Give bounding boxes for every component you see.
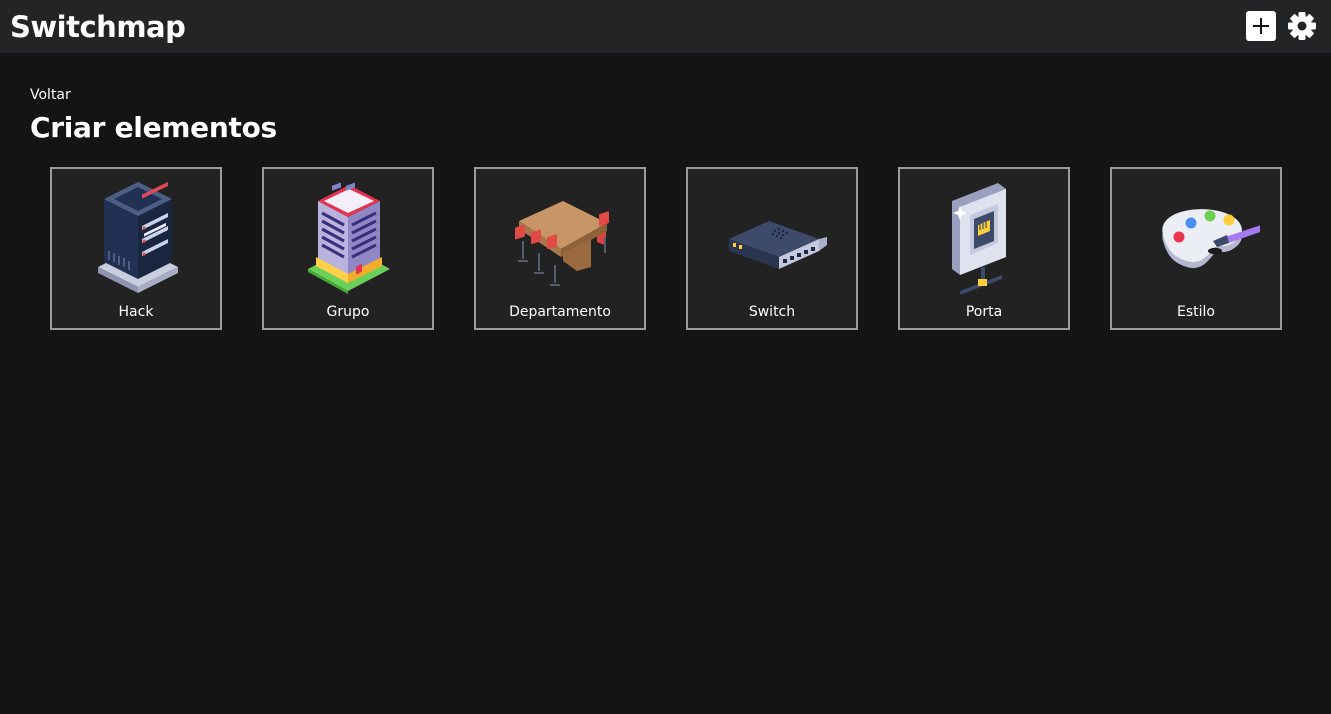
ethernet-port-icon xyxy=(952,183,1006,294)
building-icon xyxy=(308,182,390,294)
tile-label: Estilo xyxy=(1177,304,1215,320)
tile-label: Porta xyxy=(965,304,1003,320)
conference-table-icon xyxy=(515,201,609,286)
tile-label: Departamento xyxy=(509,304,611,320)
page-title: Criar elementos xyxy=(30,111,277,144)
gear-icon xyxy=(1288,12,1316,40)
tile-switch[interactable]: Switch xyxy=(686,167,858,330)
tile-estilo[interactable]: Estilo xyxy=(1110,167,1282,330)
plus-icon xyxy=(1253,18,1269,34)
tile-label: Grupo xyxy=(326,304,370,320)
element-tiles: Hack Grupo Departamento Switch Porta Est… xyxy=(50,167,1282,330)
top-bar: Switchmap xyxy=(0,0,1331,53)
back-link[interactable]: Voltar xyxy=(30,86,71,104)
paint-palette-icon xyxy=(1162,209,1260,269)
tile-hack[interactable]: Hack xyxy=(50,167,222,330)
tile-porta[interactable]: Porta xyxy=(898,167,1070,330)
header-actions xyxy=(1246,10,1318,42)
settings-button[interactable] xyxy=(1286,10,1318,42)
add-button[interactable] xyxy=(1246,11,1276,41)
app-title: Switchmap xyxy=(10,10,186,44)
tile-label: Hack xyxy=(118,304,154,320)
tile-departamento[interactable]: Departamento xyxy=(474,167,646,330)
server-rack-icon xyxy=(98,181,178,293)
tile-label: Switch xyxy=(748,304,796,320)
tile-grupo[interactable]: Grupo xyxy=(262,167,434,330)
network-switch-icon xyxy=(729,221,827,269)
